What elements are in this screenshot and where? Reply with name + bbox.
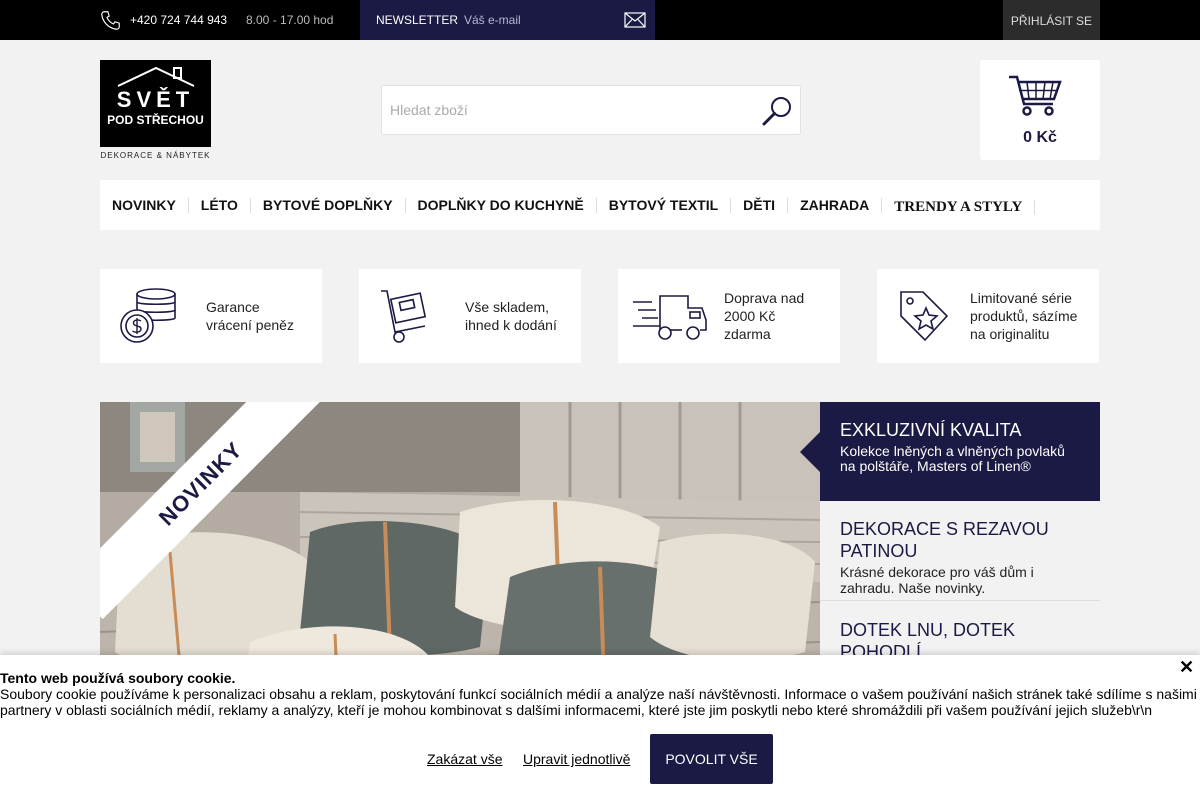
nav-item-zahrada[interactable]: ZAHRADA [788,197,883,213]
cart-icon [1009,75,1062,116]
hand-truck-icon [381,290,427,343]
search-icon[interactable] [760,94,796,128]
nav-item-trendy-a-styly[interactable]: TRENDY A STYLY [882,199,1036,215]
side-panel-title: DEKORACE S REZAVOU PATINOU [840,519,1049,561]
coins-icon [120,288,176,343]
logo-mark: SVĚT POD STŘECHOU [100,60,211,147]
cart-total: 0 Kč [1023,129,1057,146]
newsletter-form: NEWSLETTER [360,0,655,40]
feature-limited-series: Limitované série produktů, sázíme na ori… [877,269,1099,363]
search-input[interactable] [390,98,750,122]
nav-item-deti[interactable]: DĚTI [731,197,789,213]
search-box [381,85,801,135]
deny-all-button[interactable]: Zakázat vše [427,751,502,767]
envelope-icon[interactable] [624,11,646,29]
feature-money-back: Garance vrácení peněz [100,269,322,363]
nav-item-bytove-doplnky[interactable]: BYTOVÉ DOPLŇKY [251,197,406,213]
cookie-banner: ✕ Tento web používá soubory cookie. Soub… [0,655,1200,800]
phone-icon [101,11,120,30]
cart-widget[interactable]: 0 Kč [980,60,1100,160]
side-panel-description: Krásné dekorace pro váš dům i zahradu. N… [840,564,1034,596]
side-panel[interactable]: DEKORACE S REZAVOU PATINOU Krásné dekora… [820,501,1100,601]
nav-item-bytovy-textil[interactable]: BYTOVÝ TEXTIL [597,197,732,213]
cookie-title: Tento web používá soubory cookie. [0,670,236,686]
close-icon[interactable]: ✕ [1179,657,1194,678]
roof-icon [117,66,195,87]
delivery-truck-icon [633,295,707,340]
feature-text: Doprava nad 2000 Kč zdarma [724,290,805,342]
feature-in-stock: Vše skladem, ihned k dodání [359,269,581,363]
nav-item-leto[interactable]: LÉTO [189,197,251,213]
newsletter-email-input[interactable] [464,8,614,32]
feature-free-shipping: Doprava nad 2000 Kč zdarma [618,269,840,363]
feature-text: Vše skladem, ihned k dodání [465,299,557,333]
side-panel-active[interactable]: EXKLUZIVNÍ KVALITA Kolekce lněných a vln… [800,402,1100,501]
side-panel-title: EXKLUZIVNÍ KVALITA [840,420,1022,440]
feature-text: Limitované série produktů, sázíme na ori… [970,290,1078,342]
logo[interactable]: SVĚT POD STŘECHOU DEKORACE & NÁBYTEK [100,60,211,160]
nav-item-novinky[interactable]: NOVINKY [100,197,189,213]
star-tag-icon [900,291,949,342]
logo-title: SVĚT [116,87,195,112]
side-panel-description: Kolekce lněných a vlněných povlaků na po… [840,443,1065,474]
main-nav: NOVINKY LÉTO BYTOVÉ DOPLŇKY DOPLŇKY DO K… [100,180,1100,230]
logo-subtitle: POD STŘECHOU [107,113,204,127]
login-button[interactable]: PŘIHLÁSIT SE [1003,0,1100,40]
opening-hours: 8.00 - 17.00 hod [246,13,334,27]
phone-number[interactable]: +420 724 744 943 [130,13,227,27]
cookie-text: Soubory cookie používáme k personalizaci… [0,686,1197,718]
feature-text: Garance vrácení peněz [206,299,294,333]
top-bar: +420 724 744 943 8.00 - 17.00 hod NEWSLE… [0,0,1200,40]
nav-item-doplnky-do-kuchyne[interactable]: DOPLŇKY DO KUCHYNĚ [406,197,597,213]
newsletter-label: NEWSLETTER [376,13,459,27]
customize-button[interactable]: Upravit jednotlivě [523,751,630,767]
allow-all-button[interactable]: POVOLIT VŠE [650,734,773,784]
logo-tagline: DEKORACE & NÁBYTEK [100,151,211,160]
